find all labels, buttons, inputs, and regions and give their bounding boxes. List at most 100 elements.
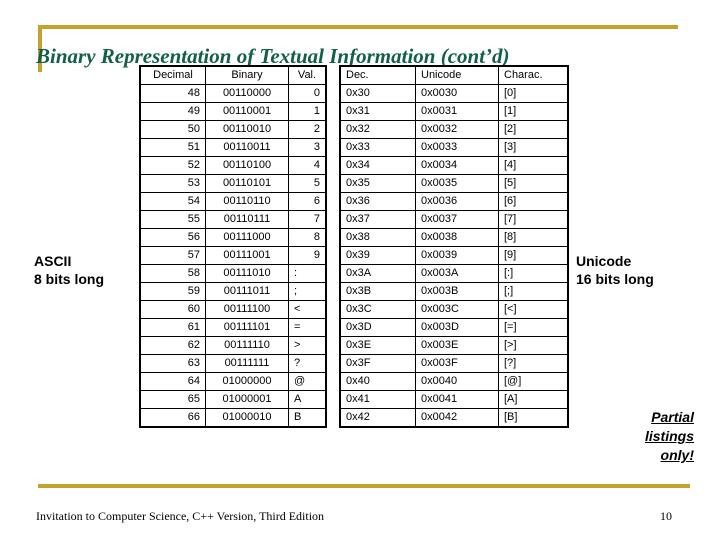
cell-character: [4] (498, 156, 569, 175)
cell-value: A (288, 390, 327, 409)
column-header-decimal: Decimal (139, 65, 206, 85)
table-row: 58 00111010: (139, 264, 327, 283)
cell-hex-dec: 0x30 (339, 84, 416, 103)
cell-value: 8 (288, 228, 327, 247)
cell-value: > (288, 336, 327, 355)
cell-decimal: 65 (139, 390, 206, 409)
table-row: 0x3C 0x003C [<] (339, 300, 569, 319)
cell-decimal: 48 (139, 84, 206, 103)
cell-unicode: 0x0035 (415, 174, 499, 193)
cell-hex-dec: 0x39 (339, 246, 416, 265)
cell-hex-dec: 0x3B (339, 282, 416, 301)
table-row: 0x3F 0x003F [?] (339, 354, 569, 373)
cell-unicode: 0x0036 (415, 192, 499, 211)
cell-unicode: 0x0031 (415, 102, 499, 121)
cell-binary: 00110001 (205, 102, 289, 121)
table-row: 65 01000001 A (139, 390, 327, 409)
cell-unicode: 0x0038 (415, 228, 499, 247)
partial-note-line3: only! (660, 447, 694, 463)
table-row: 0x38 0x0038 [8] (339, 228, 569, 247)
cell-decimal: 63 (139, 354, 206, 373)
column-header-charac.: Charac. (498, 65, 569, 85)
cell-unicode: 0x0034 (415, 156, 499, 175)
cell-hex-dec: 0x3A (339, 264, 416, 283)
table-row: 0x30 0x0030 [0] (339, 84, 569, 103)
cell-value: = (288, 318, 327, 337)
cell-unicode: 0x003E (415, 336, 499, 355)
table-row: 54 00110110 6 (139, 192, 327, 211)
cell-unicode: 0x003B (415, 282, 499, 301)
cell-value: 9 (288, 246, 327, 265)
cell-character: [@] (498, 372, 569, 391)
cell-decimal: 55 (139, 210, 206, 229)
column-header-hex-dec: Dec. (339, 65, 416, 85)
cell-value: 4 (288, 156, 327, 175)
cell-unicode: 0x0040 (415, 372, 499, 391)
cell-character: [>] (498, 336, 569, 355)
cell-character: [<] (498, 300, 569, 319)
cell-hex-dec: 0x41 (339, 390, 416, 409)
table-row: 0x39 0x0039 [9] (339, 246, 569, 265)
cell-binary: 00111100 (205, 300, 289, 319)
cell-decimal: 56 (139, 228, 206, 247)
cell-character: [;] (498, 282, 569, 301)
cell-binary: 00111010 (205, 264, 289, 283)
cell-unicode: 0x0041 (415, 390, 499, 409)
cell-decimal: 50 (139, 120, 206, 139)
cell-unicode: 0x003F (415, 354, 499, 373)
footer-citation: Invitation to Computer Science, C++ Vers… (36, 509, 325, 523)
cell-character: [5] (498, 174, 569, 193)
cell-decimal: 64 (139, 372, 206, 391)
cell-binary: 00110111 (205, 210, 289, 229)
cell-binary: 00110011 (205, 138, 289, 157)
cell-decimal: 58 (139, 264, 206, 283)
table-row: 0x37 0x0037 [7] (339, 210, 569, 229)
cell-unicode: 0x003C (415, 300, 499, 319)
table-row: 64 01000000 @ (139, 372, 327, 391)
table-row: 61 00111101 = (139, 318, 327, 337)
cell-character: [3] (498, 138, 569, 157)
table-row: 0x3A 0x003A [:] (339, 264, 569, 283)
table-row: 0x33 0x0033 [3] (339, 138, 569, 157)
cell-decimal: 62 (139, 336, 206, 355)
accent-rule-bottom (38, 484, 690, 488)
cell-hex-dec: 0x35 (339, 174, 416, 193)
cell-value: < (288, 300, 327, 319)
cell-hex-dec: 0x32 (339, 120, 416, 139)
table-row: 0x34 0x0034 [4] (339, 156, 569, 175)
cell-value: @ (288, 372, 327, 391)
unicode-annotation: Unicode 16 bits long (576, 252, 706, 288)
cell-binary: 00111000 (205, 228, 289, 247)
table-row: 52 00110100 4 (139, 156, 327, 175)
cell-hex-dec: 0x31 (339, 102, 416, 121)
table-row: 0x40 0x0040 [@] (339, 372, 569, 391)
table-row: 66 01000010 B (139, 408, 327, 428)
cell-hex-dec: 0x33 (339, 138, 416, 157)
cell-character: [9] (498, 246, 569, 265)
cell-hex-dec: 0x38 (339, 228, 416, 247)
cell-value: 0 (288, 84, 327, 103)
unicode-table: Dec. Unicode Charac. 0x30 0x0030 [0] 0x31 0x… (339, 65, 569, 428)
cell-decimal: 53 (139, 174, 206, 193)
table-row: 62 00111110 > (139, 336, 327, 355)
table-row: 0x42 0x0042 [B] (339, 408, 569, 428)
partial-note-line2: listings (644, 428, 694, 444)
cell-unicode: 0x0042 (415, 408, 499, 428)
table-row: 60 00111100 < (139, 300, 327, 319)
cell-character: [1] (498, 102, 569, 121)
cell-value: B (288, 408, 327, 428)
cell-binary: 01000010 (205, 408, 289, 428)
column-header-unicode: Unicode (415, 65, 499, 85)
cell-character: [A] (498, 390, 569, 409)
cell-hex-dec: 0x3F (339, 354, 416, 373)
cell-binary: 00111111 (205, 354, 289, 373)
table-row: 59 00111011; (139, 282, 327, 301)
ascii-annotation-line1: ASCII (34, 253, 72, 269)
table-row: 53 00110101 5 (139, 174, 327, 193)
cell-character: [7] (498, 210, 569, 229)
cell-value: 6 (288, 192, 327, 211)
table-row: 57 00111001 9 (139, 246, 327, 265)
cell-value: 7 (288, 210, 327, 229)
cell-decimal: 51 (139, 138, 206, 157)
table-row: 63 00111111? (139, 354, 327, 373)
